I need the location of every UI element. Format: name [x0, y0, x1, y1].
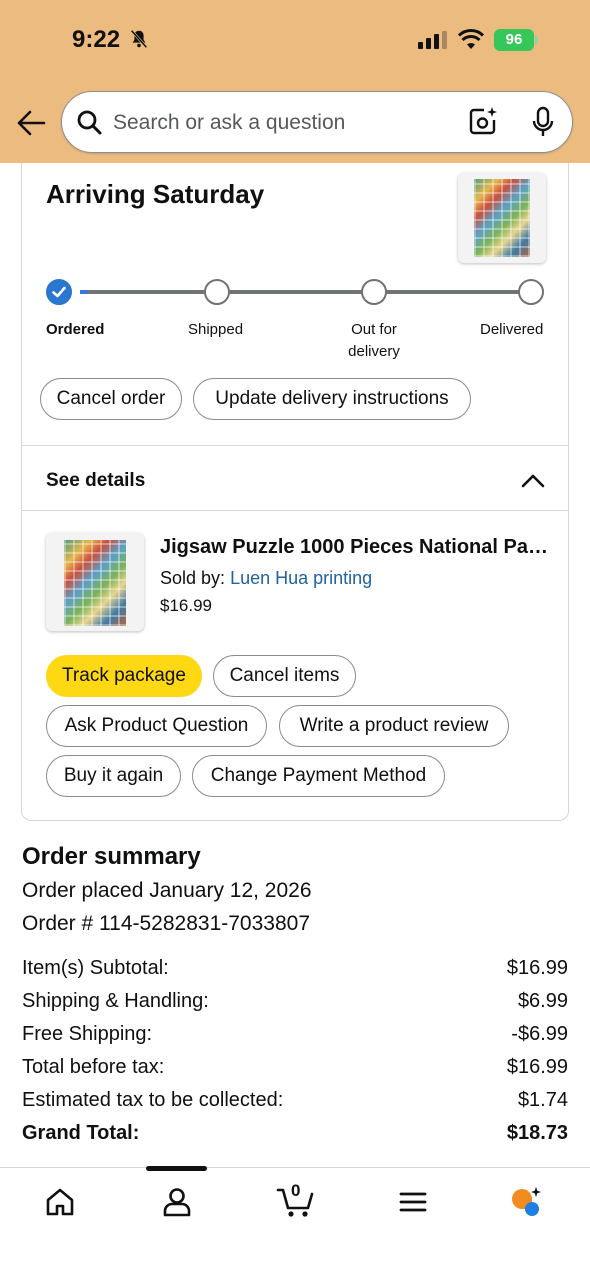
- step-shipped-node: [204, 279, 230, 305]
- item-title[interactable]: Jigsaw Puzzle 1000 Pieces National Parks: [160, 536, 555, 559]
- grand-total-label: Grand Total:: [22, 1122, 140, 1144]
- summary-row-label: Total before tax:: [22, 1056, 165, 1078]
- summary-row-value: -$6.99: [511, 1023, 568, 1045]
- order-number: Order # 114-5282831-7033807: [22, 912, 311, 935]
- step-label-out-for-delivery: Out for delivery: [348, 321, 400, 360]
- microphone-icon[interactable]: [530, 106, 556, 138]
- buy-it-again-button[interactable]: Buy it again: [46, 755, 181, 797]
- see-details-toggle[interactable]: See details: [46, 470, 145, 492]
- search-icon: [77, 110, 102, 135]
- sold-by-label: Sold by:: [160, 568, 226, 588]
- order-summary-title: Order summary: [22, 843, 201, 870]
- item-thumbnail[interactable]: [46, 533, 144, 631]
- camera-lens-icon[interactable]: [468, 106, 498, 136]
- rufus-icon[interactable]: [510, 1186, 542, 1218]
- battery-icon: 96: [494, 29, 540, 51]
- track-package-button[interactable]: Track package: [46, 655, 202, 697]
- summary-row-label: Item(s) Subtotal:: [22, 957, 169, 979]
- cancel-order-button[interactable]: Cancel order: [40, 378, 182, 420]
- status-time: 9:22: [72, 26, 121, 53]
- step-ordered-node: [46, 279, 72, 305]
- account-icon[interactable]: [161, 1186, 193, 1218]
- back-arrow-icon[interactable]: [16, 109, 46, 137]
- top-header: 9:22 96 Search or ask a question: [0, 0, 590, 163]
- update-delivery-instructions-button[interactable]: Update delivery instructions: [193, 378, 471, 420]
- item-price: $16.99: [160, 596, 212, 615]
- wifi-icon: [458, 29, 484, 49]
- home-icon[interactable]: [44, 1186, 76, 1218]
- order-placed-date: Order placed January 12, 2026: [22, 879, 312, 902]
- summary-row-value: $1.74: [517, 1089, 568, 1111]
- bottom-nav: 0: [0, 1166, 590, 1280]
- progress-track: [84, 290, 534, 294]
- change-payment-method-button[interactable]: Change Payment Method: [192, 755, 445, 797]
- summary-row-label: Estimated tax to be collected:: [22, 1089, 284, 1111]
- search-input[interactable]: Search or ask a question: [113, 111, 345, 135]
- cellular-signal-icon: [418, 31, 447, 49]
- chevron-up-icon[interactable]: [520, 469, 546, 493]
- write-review-button[interactable]: Write a product review: [279, 705, 509, 747]
- step-label-ordered: Ordered: [46, 321, 105, 338]
- order-tracking-card: Arriving Saturday Ordered Shipped Out fo…: [21, 163, 569, 821]
- cart-count: 0: [291, 1181, 301, 1200]
- divider: [22, 510, 568, 511]
- sold-by: Sold by: Luen Hua printing: [160, 568, 372, 589]
- step-out-for-delivery-node: [361, 279, 387, 305]
- cancel-items-button[interactable]: Cancel items: [213, 655, 356, 697]
- arrival-heading: Arriving Saturday: [46, 179, 265, 209]
- ask-product-question-button[interactable]: Ask Product Question: [46, 705, 267, 747]
- bell-muted-icon: [130, 29, 148, 49]
- step-label-shipped: Shipped: [188, 321, 244, 338]
- battery-level: 96: [494, 29, 534, 51]
- search-bar[interactable]: Search or ask a question: [61, 91, 573, 153]
- divider: [22, 445, 568, 446]
- active-tab-indicator: [146, 1166, 207, 1171]
- summary-row-value: $16.99: [506, 1056, 568, 1078]
- summary-row-value: $6.99: [517, 990, 568, 1012]
- grand-total-value: $18.73: [506, 1122, 568, 1144]
- product-thumbnail[interactable]: [458, 173, 546, 263]
- menu-icon[interactable]: [397, 1186, 429, 1218]
- summary-row-label: Free Shipping:: [22, 1023, 153, 1045]
- cart-icon[interactable]: 0: [276, 1180, 316, 1220]
- summary-row-label: Shipping & Handling:: [22, 990, 209, 1012]
- step-delivered-node: [518, 279, 544, 305]
- seller-link[interactable]: Luen Hua printing: [230, 568, 372, 588]
- step-label-delivered: Delivered: [480, 321, 544, 338]
- summary-row-value: $16.99: [506, 957, 568, 979]
- check-icon: [52, 286, 66, 298]
